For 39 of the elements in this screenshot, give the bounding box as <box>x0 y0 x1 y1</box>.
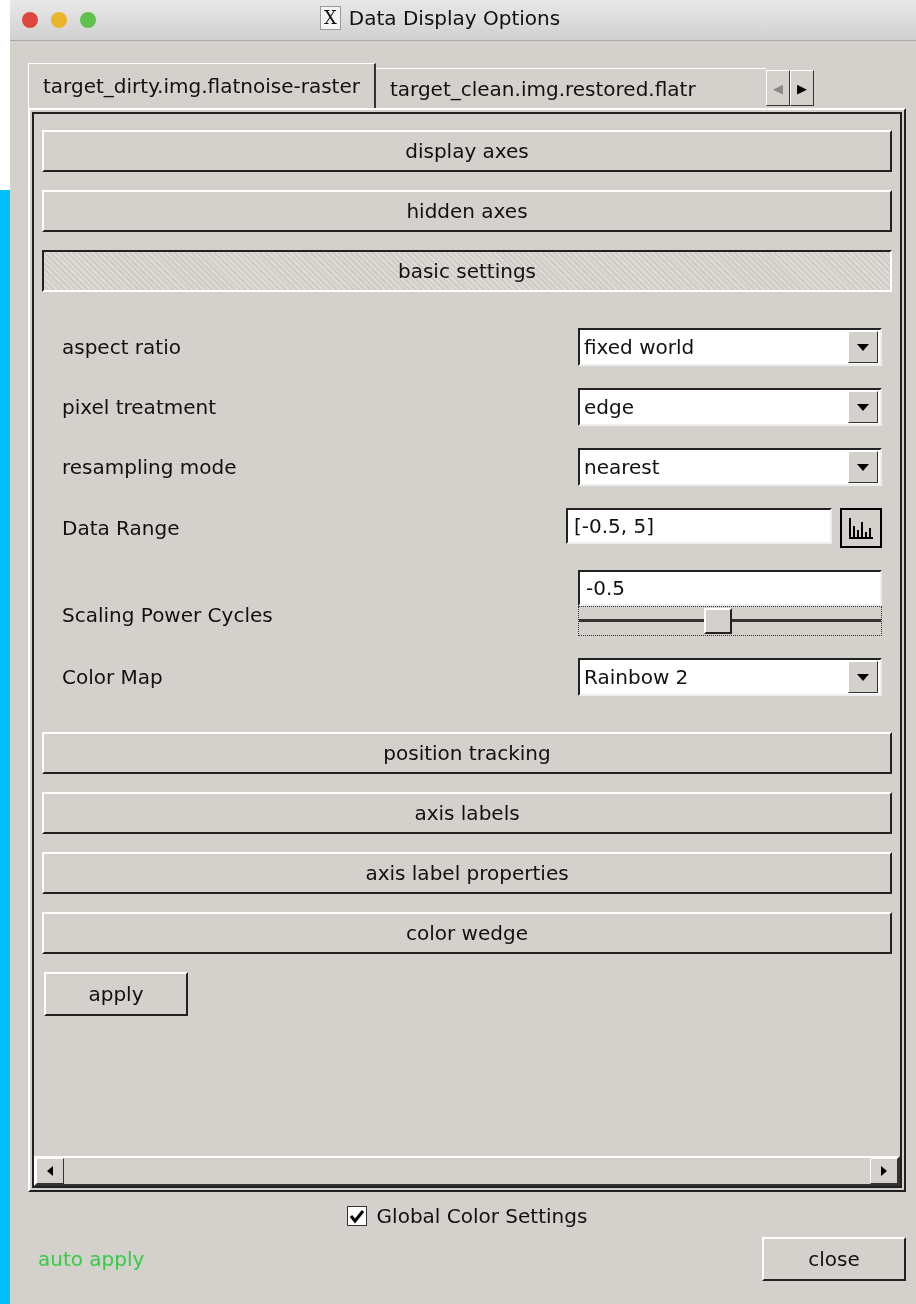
section-button[interactable]: color wedge <box>42 912 892 954</box>
setting-label: Data Range <box>62 516 180 540</box>
tab[interactable]: target_dirty.img.flatnoise-raster <box>28 63 376 108</box>
dropdown[interactable]: edge <box>578 388 882 426</box>
horizontal-scrollbar[interactable] <box>34 1156 900 1186</box>
dropdown[interactable]: nearest <box>578 448 882 486</box>
setting-label: resampling mode <box>62 455 237 479</box>
tab-scroll-right-button[interactable]: ▶ <box>789 70 814 106</box>
dropdown-arrow-icon <box>848 661 878 693</box>
dropdown[interactable]: fixed world <box>578 328 882 366</box>
dropdown-arrow-icon <box>848 331 878 363</box>
checkbox[interactable] <box>346 1206 367 1226</box>
section-button[interactable]: basic settings <box>42 250 892 292</box>
close-button[interactable]: close <box>762 1237 906 1281</box>
section-button[interactable]: axis label properties <box>42 852 892 894</box>
auto-apply-label: auto apply <box>38 1247 145 1271</box>
scroll-right-icon[interactable] <box>870 1158 898 1184</box>
dropdown-arrow-icon <box>848 391 878 423</box>
close-window-icon[interactable] <box>22 12 38 28</box>
histogram-button[interactable] <box>840 508 882 548</box>
slider-thumb[interactable] <box>703 608 732 634</box>
scroll-left-icon[interactable] <box>36 1158 64 1184</box>
section-button[interactable]: hidden axes <box>42 190 892 232</box>
value-input[interactable]: -0.5 <box>578 570 882 606</box>
apply-button[interactable]: apply <box>44 972 188 1016</box>
section-button[interactable]: axis labels <box>42 792 892 834</box>
range-input[interactable]: [-0.5, 5] <box>566 508 832 544</box>
window-title: Data Display Options <box>348 6 561 30</box>
dropdown[interactable]: Rainbow 2 <box>578 658 882 696</box>
checkbox-label: Global Color Settings <box>376 1204 588 1228</box>
setting-label: Color Map <box>62 665 163 689</box>
x-app-icon: X <box>320 6 341 30</box>
setting-label: aspect ratio <box>62 335 181 359</box>
section-button[interactable]: display axes <box>42 130 892 172</box>
section-button[interactable]: position tracking <box>42 732 892 774</box>
setting-label: pixel treatment <box>62 395 217 419</box>
slider[interactable] <box>578 606 882 636</box>
dropdown-arrow-icon <box>848 451 878 483</box>
setting-label: Scaling Power Cycles <box>62 603 273 627</box>
